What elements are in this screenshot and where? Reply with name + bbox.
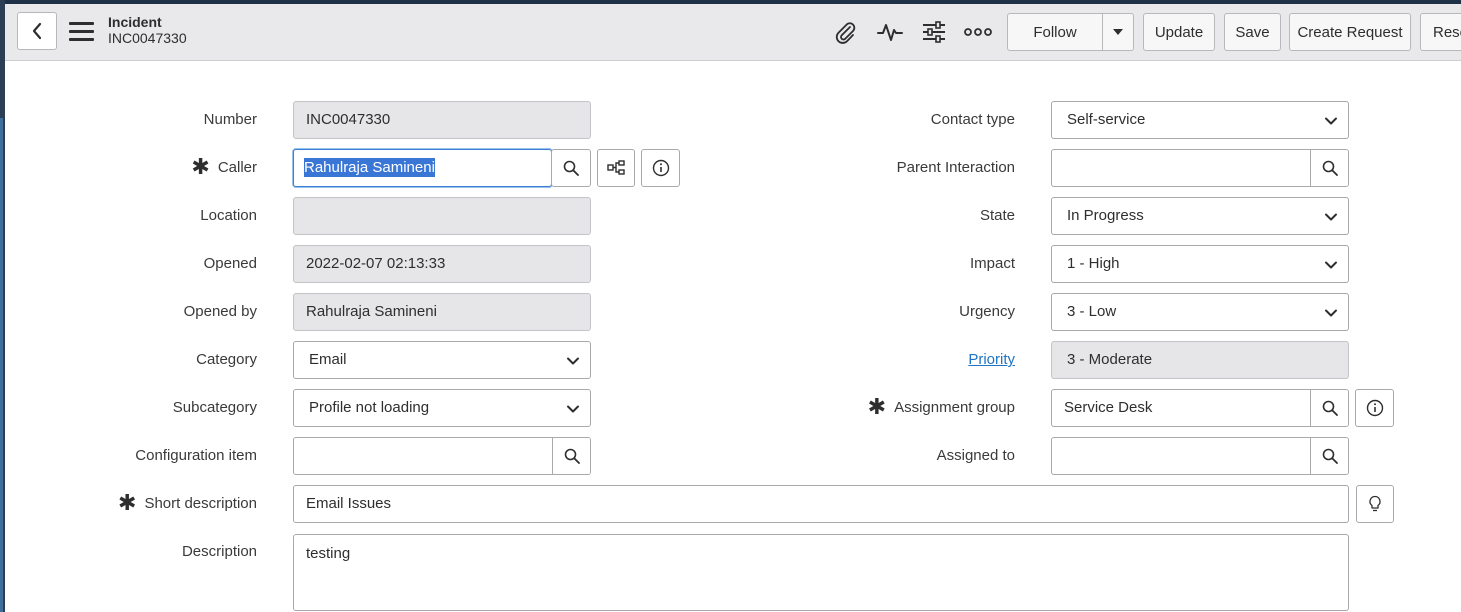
attachment-icon[interactable] xyxy=(831,18,859,46)
description-label: Description xyxy=(181,543,257,560)
chevron-down-icon xyxy=(567,405,579,413)
required-asterisk-icon: ✱ xyxy=(867,394,887,420)
caller-field-value: Rahulraja Samineni xyxy=(304,158,435,177)
search-icon xyxy=(1322,448,1338,464)
configuration-item-field[interactable] xyxy=(293,437,591,475)
state-select[interactable]: In Progress xyxy=(1051,197,1349,235)
urgency-label: Urgency xyxy=(959,303,1015,320)
follow-menu-button[interactable] xyxy=(1103,14,1133,50)
assigned-to-label: Assigned to xyxy=(936,447,1015,464)
create-request-button[interactable]: Create Request xyxy=(1289,13,1411,51)
subcategory-label: Subcategory xyxy=(172,399,257,416)
save-button[interactable]: Save xyxy=(1224,13,1281,51)
resolve-button[interactable]: Reso xyxy=(1420,13,1461,51)
chevron-down-icon xyxy=(1325,117,1337,125)
state-select-value: In Progress xyxy=(1067,207,1144,224)
category-select-value: Email xyxy=(309,351,347,368)
short-description-label: ✱ Short description xyxy=(118,490,257,516)
configuration-item-lookup-button[interactable] xyxy=(552,438,590,474)
search-icon xyxy=(563,160,579,176)
caller-field[interactable]: Rahulraja Samineni xyxy=(293,149,552,187)
assigned-to-field[interactable] xyxy=(1051,437,1349,475)
category-label: Category xyxy=(196,351,257,368)
category-select[interactable]: Email xyxy=(293,341,591,379)
chevron-down-icon xyxy=(1325,261,1337,269)
lightbulb-icon xyxy=(1369,495,1381,512)
location-field[interactable] xyxy=(293,197,591,235)
contact-type-select-value: Self-service xyxy=(1067,111,1146,128)
search-icon xyxy=(564,448,580,464)
record-number: INC0047330 xyxy=(108,30,187,46)
subcategory-select[interactable]: Profile not loading xyxy=(293,389,591,427)
contact-type-label: Contact type xyxy=(930,111,1015,128)
assigned-to-lookup-button[interactable] xyxy=(1310,438,1348,474)
number-field[interactable]: INC0047330 xyxy=(293,101,591,139)
short-description-field[interactable]: Email Issues xyxy=(293,485,1349,523)
required-asterisk-icon: ✱ xyxy=(191,154,210,180)
personalize-form-icon[interactable] xyxy=(920,18,948,46)
number-label: Number xyxy=(203,111,257,128)
parent-interaction-field[interactable] xyxy=(1051,149,1349,187)
assignment-group-field[interactable]: Service Desk xyxy=(1051,389,1349,427)
state-label: State xyxy=(979,207,1015,224)
back-button[interactable] xyxy=(17,12,57,50)
location-label: Location xyxy=(200,207,257,224)
contact-type-select[interactable]: Self-service xyxy=(1051,101,1349,139)
opened-field[interactable]: 2022-02-07 02:13:33 xyxy=(293,245,591,283)
caller-label: ✱ Caller xyxy=(191,154,257,180)
chevron-down-icon xyxy=(567,357,579,365)
suggestion-button[interactable] xyxy=(1356,485,1394,523)
info-icon xyxy=(1366,399,1383,417)
required-asterisk-icon: ✱ xyxy=(118,490,137,516)
urgency-select[interactable]: 3 - Low xyxy=(1051,293,1349,331)
form-header: Incident INC0047330 Follow Update Save C… xyxy=(5,4,1461,61)
configuration-item-label: Configuration item xyxy=(135,447,257,464)
assignment-group-info-button[interactable] xyxy=(1355,389,1394,427)
impact-select[interactable]: 1 - High xyxy=(1051,245,1349,283)
record-title: Incident INC0047330 xyxy=(108,14,187,46)
show-related-button[interactable] xyxy=(597,149,635,187)
more-options-icon[interactable] xyxy=(964,18,992,46)
info-icon xyxy=(652,159,669,177)
back-icon xyxy=(32,22,42,40)
follow-button-group: Follow xyxy=(1007,13,1134,51)
caller-info-button[interactable] xyxy=(641,149,680,187)
search-icon xyxy=(1322,160,1338,176)
caller-lookup-button[interactable] xyxy=(551,149,591,187)
parent-interaction-label: Parent Interaction xyxy=(896,159,1015,176)
urgency-select-value: 3 - Low xyxy=(1067,303,1117,320)
opened-by-field[interactable]: Rahulraja Samineni xyxy=(293,293,591,331)
chevron-down-icon xyxy=(1325,213,1337,221)
activity-icon[interactable] xyxy=(876,18,904,46)
form-title: Incident xyxy=(108,14,162,30)
opened-label: Opened xyxy=(203,255,257,272)
assignment-group-lookup-button[interactable] xyxy=(1310,390,1348,426)
impact-select-value: 1 - High xyxy=(1067,255,1120,272)
priority-field[interactable]: 3 - Moderate xyxy=(1051,341,1349,379)
impact-label: Impact xyxy=(969,255,1015,272)
window-frame-accent xyxy=(0,118,3,612)
window-frame-left xyxy=(0,0,5,612)
description-textarea[interactable]: testing xyxy=(293,534,1349,611)
follow-button[interactable]: Follow xyxy=(1008,14,1103,50)
assignment-group-value: Service Desk xyxy=(1064,399,1153,416)
opened-by-label: Opened by xyxy=(183,303,257,320)
assignment-group-label: ✱ Assignment group xyxy=(867,394,1015,420)
update-button[interactable]: Update xyxy=(1143,13,1215,51)
hierarchy-icon xyxy=(607,160,625,175)
caret-down-icon xyxy=(1113,29,1123,35)
parent-interaction-lookup-button[interactable] xyxy=(1310,150,1348,186)
search-icon xyxy=(1322,400,1338,416)
subcategory-select-value: Profile not loading xyxy=(309,399,430,416)
chevron-down-icon xyxy=(1325,309,1337,317)
priority-link[interactable]: Priority xyxy=(968,351,1015,368)
hamburger-icon[interactable] xyxy=(69,22,94,42)
priority-label: Priority xyxy=(820,341,1015,379)
